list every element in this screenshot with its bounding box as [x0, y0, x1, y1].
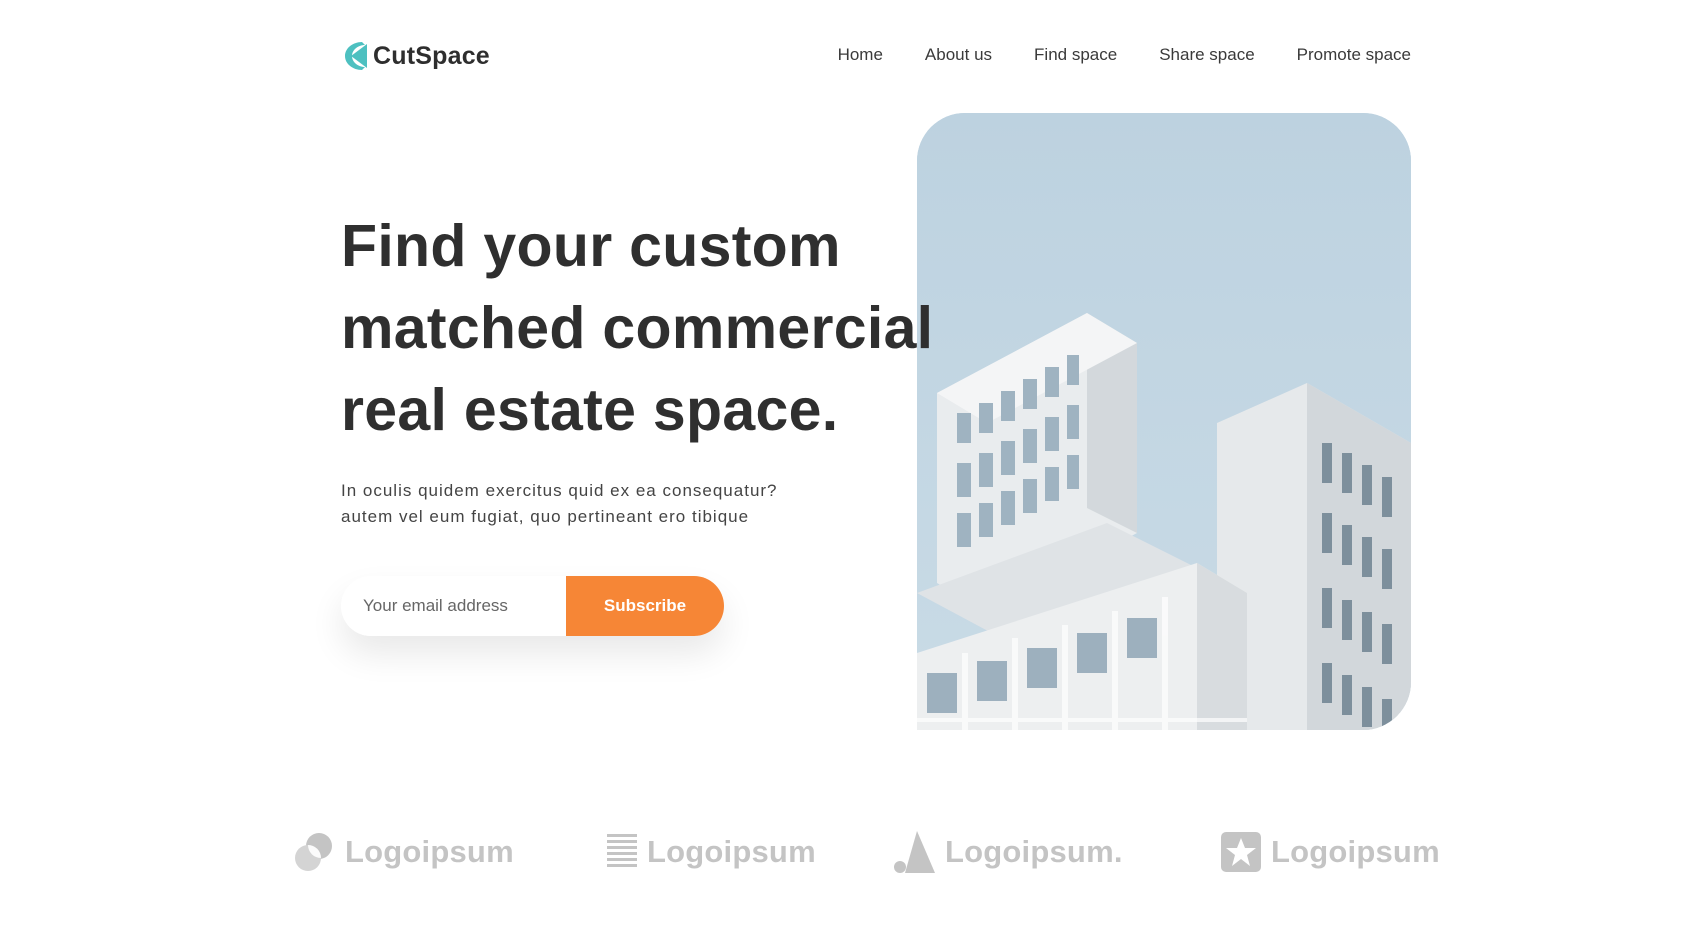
subtext-line-1: In oculis quidem exercitus quid ex ea co… [341, 481, 778, 500]
partner-logo-3: Logoipsum. [893, 828, 1123, 876]
brand-name: CutSpace [373, 41, 490, 70]
hero-subtext: In oculis quidem exercitus quid ex ea co… [341, 478, 778, 530]
nav-promote-space[interactable]: Promote space [1297, 45, 1411, 65]
partner-logo-4: Logoipsum [1221, 828, 1440, 876]
main-nav: Home About us Find space Share space Pro… [838, 45, 1411, 65]
partner-name-1: Logoipsum [345, 834, 514, 869]
cutspace-logo-icon [345, 42, 367, 70]
nav-home[interactable]: Home [838, 45, 883, 65]
partner-name-4: Logoipsum [1271, 834, 1440, 869]
triangle-dot-icon [894, 831, 935, 873]
headline-line-2: matched commercial [341, 295, 934, 361]
partner-logo-2: Logoipsum [607, 828, 816, 876]
partner-logo-1: Logoipsum [293, 828, 514, 876]
headline-line-3: real estate space. [341, 377, 839, 443]
nav-find-space[interactable]: Find space [1034, 45, 1117, 65]
headline-line-1: Find your custom [341, 213, 841, 279]
partner-logos: Logoipsum Logoipsum Logoipsum. Logoipsum [0, 828, 1685, 876]
hero-headline: Find your custom matched commercial real… [341, 205, 933, 451]
brand-logo[interactable]: CutSpace [341, 40, 490, 72]
star-square-icon [1221, 832, 1261, 872]
landing-page: CutSpace Home About us Find space Share … [0, 0, 1685, 948]
partner-name-2: Logoipsum [647, 834, 816, 869]
subtext-line-2: autem vel eum fugiat, quo pertineant ero… [341, 507, 750, 526]
building-illustration [917, 113, 1411, 730]
subscribe-button[interactable]: Subscribe [566, 576, 724, 636]
partner-name-3: Logoipsum. [945, 834, 1123, 869]
nav-share-space[interactable]: Share space [1159, 45, 1254, 65]
hero-building-image [917, 113, 1411, 730]
nav-about-us[interactable]: About us [925, 45, 992, 65]
overlapping-circles-icon [295, 833, 332, 871]
striped-square-icon [607, 834, 637, 867]
subscribe-form: Subscribe [341, 576, 724, 636]
email-input[interactable] [341, 576, 566, 636]
